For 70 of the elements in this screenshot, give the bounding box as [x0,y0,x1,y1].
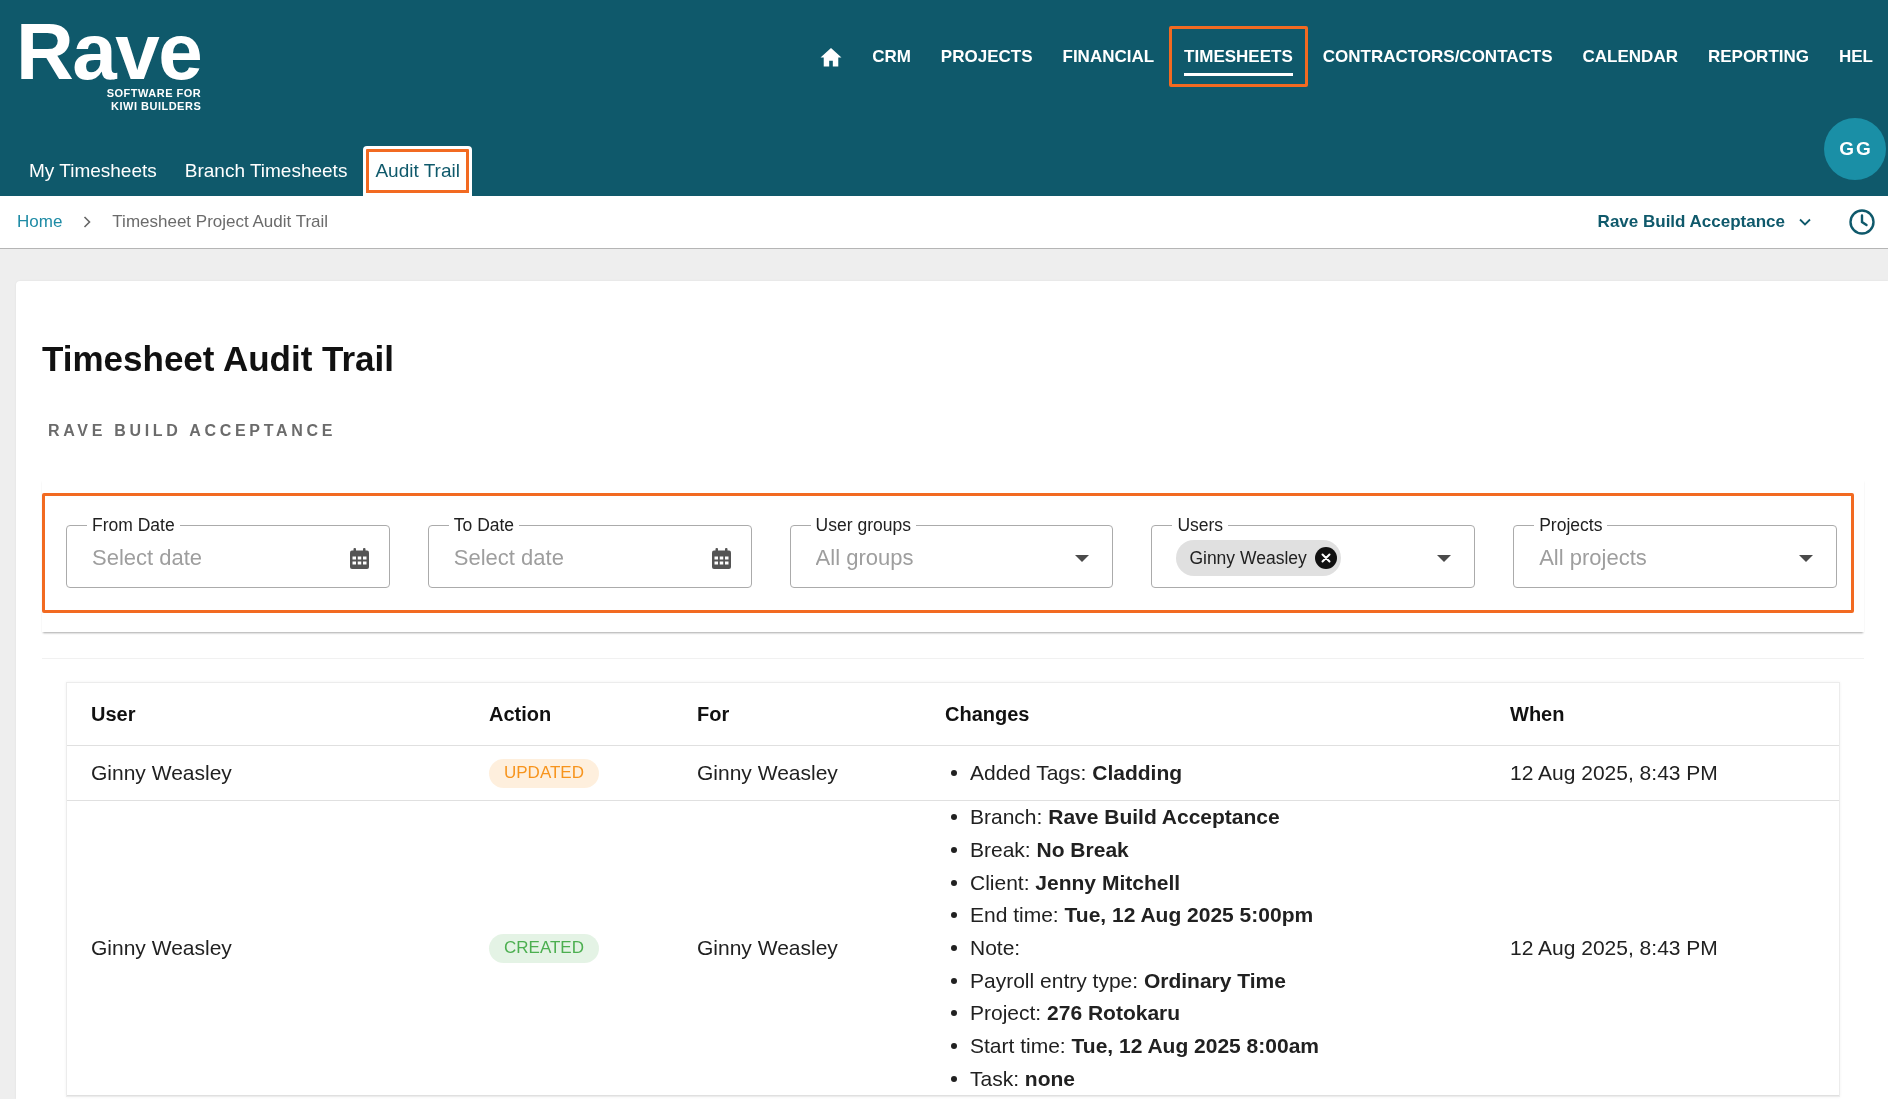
timestamp: 12 Aug 2025, 8:43 PM [1510,761,1718,785]
dropdown-input[interactable]: All groups [810,535,1076,581]
action-badge: CREATED [489,933,599,963]
bullet-icon [951,879,957,886]
column-header: Changes [945,702,1031,726]
bullet-icon [951,912,957,919]
change-text: Project: 276 Rotokaru [970,1001,1181,1026]
column-header: User [91,702,137,726]
sub-tab[interactable]: Branch Timesheets [172,146,360,196]
nav-link[interactable]: PROJECTS [925,26,1048,87]
nav-link[interactable]: FINANCIAL [1047,26,1170,87]
column-header: When [1510,702,1566,726]
caret-icon[interactable] [1437,554,1452,562]
user-name: Ginny Weasley [91,761,232,785]
change-text: End time: Tue, 12 Aug 2025 5:00pm [970,903,1314,928]
target-name: Ginny Weasley [697,936,838,961]
change-text: Branch: Rave Build Acceptance [970,805,1280,830]
change-text: Break: No Break [970,838,1129,863]
date-input[interactable]: Select date [448,535,712,581]
change-text: Added Tags: Cladding [970,761,1183,785]
nav-link[interactable]: REPORTING [1692,26,1824,87]
column-header: For [697,702,731,726]
nav-link[interactable]: HEL [1824,26,1888,87]
branch-selector[interactable]: Rave Build Acceptance [1597,212,1811,232]
calendar-icon[interactable] [349,547,369,569]
multi-select-field[interactable]: Users Ginny Weasley [1151,515,1476,588]
sub-tab[interactable]: My Timesheets [17,146,169,196]
nav-link[interactable]: CALENDAR [1567,26,1693,87]
home-icon [820,46,843,67]
change-text: Note: [970,936,1021,961]
change-text: Task: none [970,1066,1076,1091]
bullet-icon [951,814,957,821]
bullet-icon [951,1043,957,1050]
action-badge: UPDATED [489,758,599,788]
breadcrumb-link[interactable]: Home [17,212,63,232]
change-text: Payroll entry type: Ordinary Time [970,968,1286,993]
chevron-right-icon [83,216,92,228]
dropdown-input[interactable]: All projects [1534,535,1799,581]
bullet-icon [951,847,957,854]
nav-link[interactable]: CONTRACTORS/CONTACTS [1307,26,1568,87]
bullet-icon [951,977,957,984]
date-field[interactable]: To Date Select date [427,515,752,588]
timestamp: 12 Aug 2025, 8:43 PM [1510,936,1718,961]
close-icon[interactable] [1314,547,1337,569]
bullet-icon [951,1010,957,1017]
date-field[interactable]: From Date Select date [66,515,390,588]
bullet-icon [951,1075,957,1082]
breadcrumb-current: Timesheet Project Audit Trail [112,212,329,232]
nav-link[interactable]: CRM [857,26,926,87]
page-subtitle: RAVE BUILD ACCEPTANCE [47,421,338,441]
bullet-icon [951,770,957,776]
page-title: Timesheet Audit Trail [42,338,396,380]
dropdown-field[interactable]: Projects All projects [1513,515,1837,588]
change-text: Client: Jenny Mitchell [970,870,1181,895]
change-text: Start time: Tue, 12 Aug 2025 8:00am [970,1034,1319,1059]
user-chip[interactable]: Ginny Weasley [1176,540,1341,576]
caret-icon[interactable] [1799,554,1813,562]
sub-tab[interactable]: Audit Trail [363,146,472,196]
nav-link[interactable]: TIMESHEETS [1169,26,1308,87]
chevron-down-icon [1799,218,1811,226]
clock-icon[interactable] [1849,209,1875,235]
column-header: Action [489,702,553,726]
dropdown-field[interactable]: User groups All groups [789,515,1114,588]
calendar-icon[interactable] [711,547,731,569]
user-name: Ginny Weasley [91,936,232,961]
bullet-icon [951,945,957,952]
date-input[interactable]: Select date [87,535,350,581]
user-avatar[interactable]: GG [1824,118,1886,180]
target-name: Ginny Weasley [697,761,838,785]
caret-icon[interactable] [1075,554,1090,562]
